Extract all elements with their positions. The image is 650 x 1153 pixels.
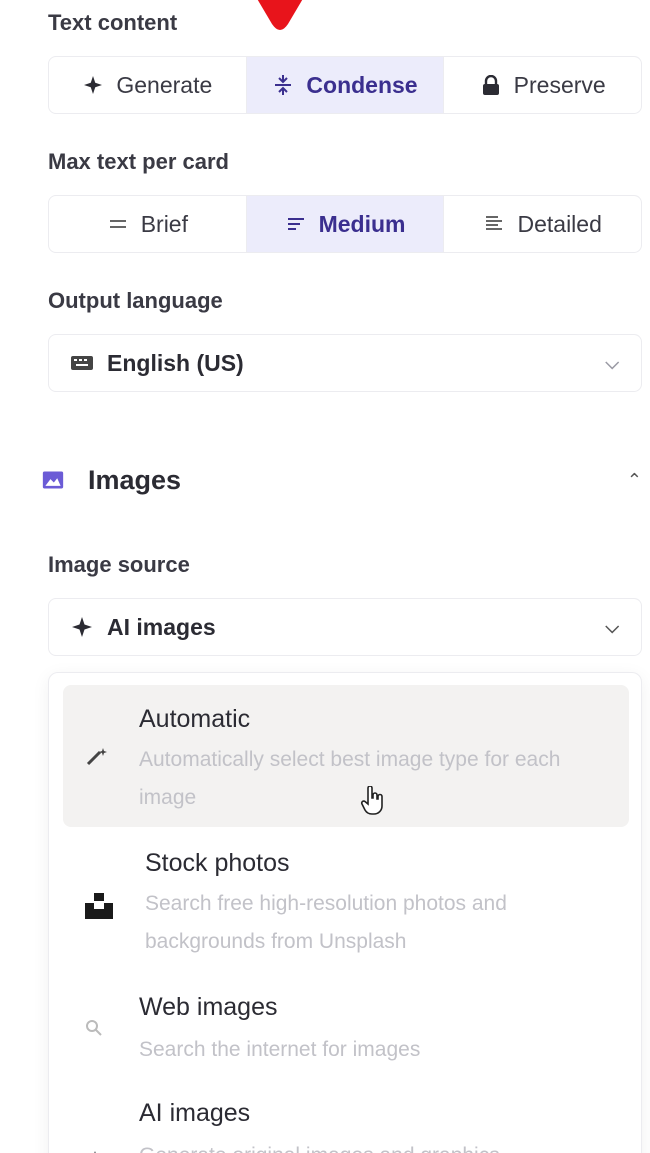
menu-item-automatic[interactable]: Automatic Automatically select best imag… xyxy=(63,685,629,827)
generate-option-label: Generate xyxy=(116,71,213,98)
lines-detailed-icon xyxy=(483,213,505,235)
magic-wand-icon xyxy=(85,747,109,772)
max-text-segmented-control: Brief Medium Detailed xyxy=(48,195,642,253)
images-section-title: Images xyxy=(88,464,182,495)
search-icon xyxy=(85,1019,103,1042)
detailed-option-label: Detailed xyxy=(517,210,602,237)
unsplash-icon xyxy=(85,893,113,924)
menu-item-title: AI images xyxy=(139,1099,251,1127)
images-section-header[interactable]: Images ⌃ xyxy=(42,460,642,500)
image-source-value: AI images xyxy=(107,613,216,640)
preserve-option[interactable]: Preserve xyxy=(443,57,641,113)
menu-item-title: Web images xyxy=(139,993,278,1021)
text-content-segmented-control: Generate Condense Preserve xyxy=(48,56,642,114)
medium-option-label: Medium xyxy=(318,210,406,237)
condense-option-label: Condense xyxy=(306,71,418,98)
generate-option[interactable]: Generate xyxy=(49,57,246,113)
menu-item-description: Generate original images and graphics xyxy=(139,1137,609,1153)
output-language-value: English (US) xyxy=(107,349,244,376)
sparkle-icon xyxy=(82,74,104,96)
output-language-label: Output language xyxy=(48,288,223,313)
text-content-label: Text content xyxy=(48,10,178,35)
detailed-option[interactable]: Detailed xyxy=(443,196,641,252)
chevron-down-icon: ⌵ xyxy=(605,352,619,373)
brief-option-label: Brief xyxy=(140,210,188,237)
image-icon xyxy=(42,469,64,491)
condense-icon xyxy=(272,74,294,96)
chevron-down-icon: ⌵ xyxy=(605,616,619,637)
image-source-select[interactable]: AI images ⌵ xyxy=(48,598,642,656)
chevron-up-icon[interactable]: ⌃ xyxy=(627,470,642,491)
lock-icon xyxy=(480,74,502,96)
red-arrow-icon xyxy=(257,0,303,30)
menu-item-title: Automatic xyxy=(139,705,251,733)
menu-item-web-images[interactable]: Web images Search the internet for image… xyxy=(63,979,629,1079)
brief-option[interactable]: Brief xyxy=(49,196,246,252)
keyboard-icon xyxy=(71,352,93,374)
lines-brief-icon xyxy=(107,213,129,235)
hand-cursor-icon xyxy=(360,786,383,815)
image-source-dropdown-menu: Automatic Automatically select best imag… xyxy=(48,672,642,1153)
preserve-option-label: Preserve xyxy=(513,71,606,98)
medium-option[interactable]: Medium xyxy=(245,196,444,252)
menu-item-ai-images[interactable]: AI images Generate original images and g… xyxy=(63,1085,629,1153)
menu-item-description: Search the internet for images xyxy=(139,1038,421,1061)
lines-medium-icon xyxy=(285,213,307,235)
sparkle-icon xyxy=(71,616,93,638)
menu-item-title: Stock photos xyxy=(145,849,290,877)
output-language-select[interactable]: English (US) ⌵ xyxy=(48,334,642,392)
condense-option[interactable]: Condense xyxy=(245,57,444,113)
image-source-label: Image source xyxy=(48,552,190,577)
menu-item-description: Search free high-resolution photos and b… xyxy=(145,892,507,953)
menu-item-stock-photos[interactable]: Stock photos Search free high-resolution… xyxy=(63,833,629,973)
max-text-label: Max text per card xyxy=(48,149,229,174)
